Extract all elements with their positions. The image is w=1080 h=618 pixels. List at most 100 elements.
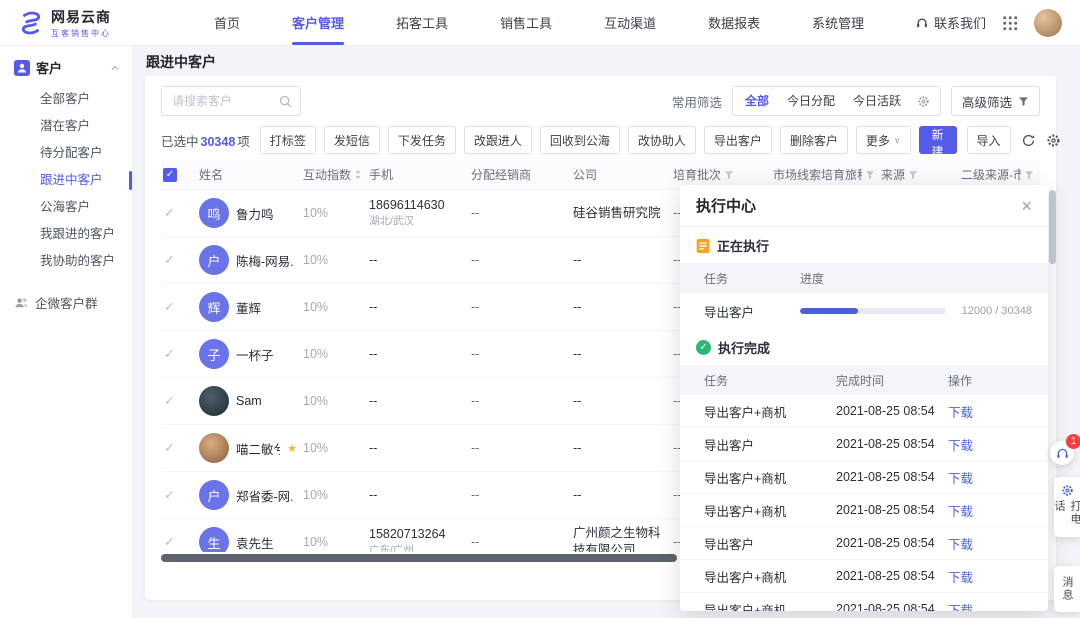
row-check-icon[interactable]: ✓ <box>161 346 175 361</box>
column-header-0[interactable]: 姓名 <box>199 166 303 183</box>
progress-bar-fill <box>800 308 858 314</box>
filter-tab-1[interactable]: 今日分配 <box>778 87 844 115</box>
sidebar-item-3[interactable]: 跟进中客户 <box>0 167 132 194</box>
avatar: 鸣 <box>199 198 229 228</box>
download-link[interactable]: 下载 <box>948 402 1032 421</box>
customer-name: 陈梅-网易... <box>236 251 294 270</box>
nav-item-5[interactable]: 数据报表 <box>682 0 786 45</box>
bulk-action-button-4[interactable]: 回收到公海 <box>540 126 620 154</box>
nav-item-2[interactable]: 拓客工具 <box>370 0 474 45</box>
sidebar-item-6[interactable]: 我协助的客户 <box>0 248 132 275</box>
nav-item-1[interactable]: 客户管理 <box>266 0 370 45</box>
execution-panel-header: 执行中心 × <box>680 185 1048 227</box>
horizontal-scrollbar[interactable] <box>161 554 677 562</box>
download-link[interactable]: 下载 <box>948 600 1032 612</box>
column-header-5[interactable]: 培育批次 <box>673 166 773 183</box>
main-nav: 首页客户管理拓客工具销售工具互动渠道数据报表系统管理 <box>188 0 890 45</box>
download-link[interactable]: 下载 <box>948 567 1032 586</box>
contact-us-label: 联系我们 <box>934 13 986 32</box>
logo[interactable]: 网易云商 互客销售中心 <box>18 7 148 39</box>
column-header-3[interactable]: 分配经销商 <box>471 166 573 183</box>
dealer-cell: -- <box>471 300 573 314</box>
dealer-cell: -- <box>471 253 573 267</box>
sidebar-item-4[interactable]: 公海客户 <box>0 194 132 221</box>
logo-title: 网易云商 <box>51 7 111 27</box>
contact-us-button[interactable]: 联系我们 <box>915 13 986 32</box>
bulk-action-button-0[interactable]: 打标签 <box>260 126 316 154</box>
filter-funnel-icon <box>1024 170 1034 180</box>
interaction-index-cell: 10% <box>303 535 369 549</box>
bulk-action-button-3[interactable]: 改跟进人 <box>464 126 532 154</box>
sidebar-item-wecom-groups[interactable]: 企微客户群 <box>0 275 132 312</box>
bulk-action-button-6[interactable]: 导出客户 <box>704 126 772 154</box>
row-check-icon[interactable]: ✓ <box>161 252 175 267</box>
column-header-7[interactable]: 来源 <box>881 166 961 183</box>
phone-number: 15820713264 <box>369 527 465 541</box>
sidebar-section-customers[interactable]: 客户 <box>0 45 132 86</box>
row-check-icon[interactable]: ✓ <box>161 205 175 220</box>
import-button[interactable]: 导入 <box>967 126 1011 154</box>
apps-grid-icon[interactable] <box>1002 15 1018 31</box>
sidebar-item-2[interactable]: 待分配客户 <box>0 140 132 167</box>
download-link[interactable]: 下载 <box>948 534 1032 553</box>
download-link[interactable]: 下载 <box>948 468 1032 487</box>
row-check-icon[interactable]: ✓ <box>161 487 175 502</box>
make-call-label: 打电话 <box>1051 500 1080 537</box>
sidebar-item-5[interactable]: 我跟进的客户 <box>0 221 132 248</box>
bulk-action-button-7[interactable]: 删除客户 <box>780 126 848 154</box>
running-task-row: 导出客户 12000 / 30348 <box>680 293 1048 329</box>
advanced-filter-button[interactable]: 高级筛选 <box>951 86 1040 116</box>
row-check-icon[interactable]: ✓ <box>161 393 175 408</box>
nav-item-3[interactable]: 销售工具 <box>474 0 578 45</box>
sidebar-item-1[interactable]: 潜在客户 <box>0 113 132 140</box>
more-button[interactable]: 更多 ∨ <box>856 126 911 154</box>
sidebar-item-0[interactable]: 全部客户 <box>0 86 132 113</box>
message-widget[interactable]: 消息 <box>1054 566 1080 612</box>
refresh-icon[interactable] <box>1021 133 1036 148</box>
user-avatar[interactable] <box>1034 9 1062 37</box>
customer-search-input[interactable] <box>172 94 273 108</box>
done-task-name: 导出客户+商机 <box>704 567 836 586</box>
row-check-icon[interactable]: ✓ <box>161 299 175 314</box>
interaction-index-cell: 10% <box>303 441 369 455</box>
download-link[interactable]: 下载 <box>948 435 1032 454</box>
name-cell: 户陈梅-网易... <box>199 245 303 275</box>
call-notification-widget[interactable]: 1 <box>1050 441 1074 465</box>
done-task-name: 导出客户+商机 <box>704 402 836 421</box>
avatar: 户 <box>199 480 229 510</box>
customer-name: 袁先生 <box>236 533 274 552</box>
bulk-action-button-2[interactable]: 下发任务 <box>388 126 456 154</box>
nav-item-4[interactable]: 互动渠道 <box>578 0 682 45</box>
make-call-widget[interactable]: 打电话 <box>1054 477 1080 537</box>
select-all-checkbox[interactable]: ✓ <box>163 168 177 182</box>
bulk-action-button-1[interactable]: 发短信 <box>324 126 380 154</box>
nav-item-6[interactable]: 系统管理 <box>786 0 890 45</box>
filter-gear-icon[interactable] <box>910 95 937 108</box>
filter-tab-0[interactable]: 全部 <box>736 87 778 115</box>
filter-funnel-icon <box>908 170 918 180</box>
execution-done-row: 导出客户+商机2021-08-25 08:54下载 <box>680 494 1048 527</box>
filter-row: 常用筛选 全部今日分配今日活跃 高级筛选 <box>161 86 1040 116</box>
column-header-4[interactable]: 公司 <box>573 166 673 183</box>
sidebar-group-label: 企微客户群 <box>35 293 98 312</box>
row-check-icon[interactable]: ✓ <box>161 440 175 455</box>
close-icon[interactable]: × <box>1021 197 1032 215</box>
column-task: 任务 <box>704 270 800 287</box>
filter-tab-2[interactable]: 今日活跃 <box>844 87 910 115</box>
nav-item-0[interactable]: 首页 <box>188 0 266 45</box>
table-settings-gear-icon[interactable] <box>1046 133 1061 148</box>
column-header-8[interactable]: 二级来源-市场 <box>961 166 1040 183</box>
column-header-1[interactable]: 互动指数 <box>303 166 369 183</box>
column-header-2[interactable]: 手机 <box>369 166 471 183</box>
column-header-6[interactable]: 市场线索培育旅程... <box>773 166 881 183</box>
row-check-icon[interactable]: ✓ <box>161 534 175 549</box>
star-badge-icon: ★ <box>287 442 297 455</box>
advanced-filter-label: 高级筛选 <box>962 92 1012 111</box>
phone-cell: 18696114630湖北/武汉 <box>369 198 471 228</box>
bulk-action-button-5[interactable]: 改协助人 <box>628 126 696 154</box>
download-link[interactable]: 下载 <box>948 501 1032 520</box>
create-button[interactable]: 新建 <box>919 126 957 154</box>
vertical-scrollbar[interactable] <box>1049 190 1056 264</box>
progress-text: 12000 / 30348 <box>952 305 1032 317</box>
search-icon[interactable] <box>279 95 292 108</box>
